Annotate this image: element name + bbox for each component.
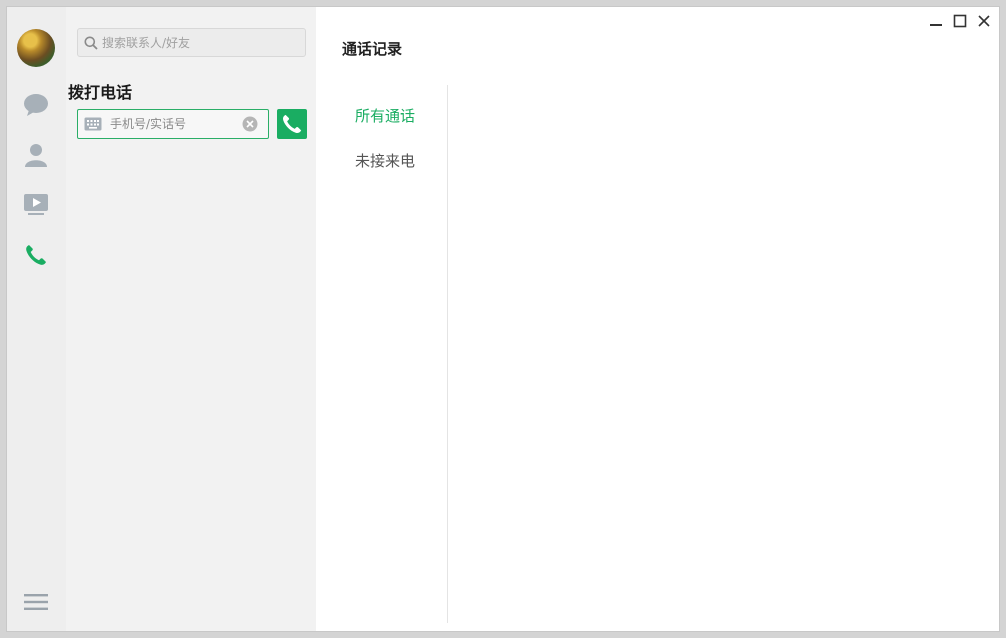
divider [447, 85, 448, 623]
search-icon [84, 36, 98, 50]
call-history-pane: 通话记录 所有通话 未接来电 [316, 7, 999, 631]
close-icon[interactable] [974, 11, 994, 31]
page-title: 通话记录 [342, 40, 403, 58]
menu-icon[interactable] [23, 592, 49, 612]
dial-panel: 拨打电话 [66, 7, 316, 631]
dial-title: 拨打电话 [68, 83, 133, 102]
search-box[interactable] [77, 28, 306, 57]
contacts-icon[interactable] [21, 140, 51, 170]
search-input[interactable] [102, 35, 292, 50]
tab-missed-calls[interactable]: 未接来电 [355, 150, 415, 171]
tab-all-calls[interactable]: 所有通话 [355, 105, 415, 126]
phone-number-field[interactable] [77, 109, 269, 139]
keyboard-icon[interactable] [84, 117, 102, 131]
phone-icon[interactable] [21, 240, 51, 270]
chat-icon[interactable] [21, 90, 51, 120]
avatar[interactable] [17, 29, 55, 67]
call-button[interactable] [277, 109, 307, 139]
video-icon[interactable] [21, 190, 51, 220]
nav-rail [7, 7, 66, 631]
clear-icon[interactable] [242, 116, 258, 132]
maximize-icon[interactable] [950, 11, 970, 31]
app-window: 拨打电话 [6, 6, 1000, 632]
phone-icon [282, 114, 302, 134]
minimize-icon[interactable] [926, 11, 946, 31]
phone-number-input[interactable] [110, 117, 238, 131]
